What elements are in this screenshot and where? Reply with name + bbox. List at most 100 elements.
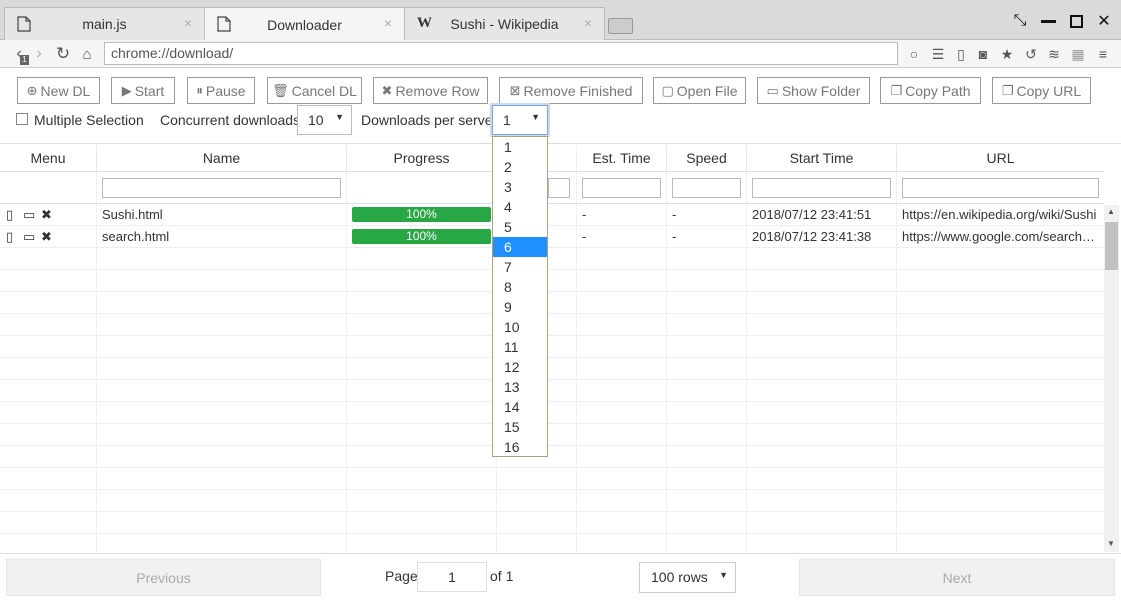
dropdown-option[interactable]: 3 [493, 177, 547, 197]
tab-sushi-wikipedia[interactable]: W Sushi - Wikipedia × [404, 7, 605, 40]
mobile-icon[interactable]: ▯ [953, 45, 969, 63]
file-icon: ▢ [661, 82, 674, 98]
dropdown-option[interactable]: 1 [493, 137, 547, 157]
menu-icon[interactable]: ≡ [1095, 45, 1111, 63]
open-file-button[interactable]: ▢ Open File [653, 77, 746, 104]
column-header-url[interactable]: URL [897, 145, 1104, 171]
row-remove-icon[interactable]: ✖ [41, 226, 52, 248]
scroll-up-icon[interactable]: ▲ [1107, 207, 1115, 216]
maximize-icon[interactable] [1067, 12, 1085, 30]
table-row[interactable]: ▯ ▭ ✖ Sushi.html 100% - - 2018/07/12 23:… [0, 204, 1104, 226]
pause-button[interactable]: ⏸ Pause [187, 77, 255, 104]
dropdown-option[interactable]: 5 [493, 217, 547, 237]
dropdown-option[interactable]: 4 [493, 197, 547, 217]
row-open-file-icon[interactable]: ▯ [6, 204, 13, 226]
home-icon[interactable]: ⌂ [79, 44, 95, 64]
tab-main-js[interactable]: main.js × [4, 7, 205, 40]
dropdown-option[interactable]: 7 [493, 257, 547, 277]
dropdown-option[interactable]: 2 [493, 157, 547, 177]
row-open-file-icon[interactable]: ▯ [6, 226, 13, 248]
previous-page-button[interactable]: Previous [6, 559, 321, 596]
pagination-footer: Previous Page 1 of 1 100 rows ▼ Next [0, 553, 1121, 600]
dropdown-option[interactable]: 14 [493, 397, 547, 417]
show-folder-button[interactable]: ▭ Show Folder [757, 77, 870, 104]
tab-downloader[interactable]: Downloader × [204, 7, 405, 41]
column-header-est-time[interactable]: Est. Time [577, 145, 667, 171]
status-filter-input[interactable] [548, 178, 570, 198]
star-icon[interactable]: ★ [999, 45, 1015, 63]
circle-icon[interactable]: ○ [906, 45, 922, 63]
scrollbar-thumb[interactable] [1105, 222, 1118, 270]
downloads-per-server-label: Downloads per server: [361, 112, 502, 128]
dropdown-option[interactable]: 16 [493, 437, 547, 457]
row-speed: - [672, 207, 677, 222]
cancel-dl-button[interactable]: 🗑 Cancel DL [267, 77, 362, 104]
copy-icon: ❐ [890, 82, 903, 98]
toolbar: ⊕ New DL ▶ Start ⏸ Pause 🗑 Cancel DL ✖ R… [0, 69, 1121, 144]
dropdown-option[interactable]: 12 [493, 357, 547, 377]
next-page-button[interactable]: Next [799, 559, 1115, 596]
empty-row [0, 534, 1104, 552]
list-icon[interactable]: ☰ [930, 45, 946, 63]
dropdown-option[interactable]: 11 [493, 337, 547, 357]
concurrent-downloads-label: Concurrent downloads: [160, 112, 304, 128]
empty-row [0, 490, 1104, 512]
camera-icon[interactable]: ◙ [975, 45, 991, 63]
table-row[interactable]: ▯ ▭ ✖ search.html 100% - - 2018/07/12 23… [0, 226, 1104, 248]
remove-row-button[interactable]: ✖ Remove Row [373, 77, 488, 104]
dropdown-option[interactable]: 13 [493, 377, 547, 397]
est-time-filter-input[interactable] [582, 178, 661, 198]
scroll-down-icon[interactable]: ▼ [1107, 539, 1115, 548]
tab-close-icon[interactable]: × [184, 15, 192, 31]
downloads-per-server-select[interactable]: 1 ▼ [492, 105, 548, 135]
history-count-badge: 1 [20, 55, 29, 65]
dropdown-option[interactable]: 9 [493, 297, 547, 317]
column-header-progress[interactable]: Progress [347, 145, 497, 171]
film-icon[interactable]: ▦ [1070, 45, 1086, 63]
empty-row [0, 512, 1104, 534]
url-filter-input[interactable] [902, 178, 1099, 198]
database-icon[interactable]: ≋ [1046, 45, 1062, 63]
tab-close-icon[interactable]: × [384, 15, 392, 31]
column-header-speed[interactable]: Speed [667, 145, 747, 171]
multiple-selection-checkbox[interactable] [16, 113, 28, 125]
restore-window-icon[interactable]: ⤡ [1011, 12, 1029, 30]
page-label: Page [385, 568, 418, 584]
dropdown-option[interactable]: 8 [493, 277, 547, 297]
folder-icon: ▭ [766, 82, 779, 98]
row-folder-icon[interactable]: ▭ [23, 226, 35, 248]
row-name: Sushi.html [102, 207, 163, 222]
trash-icon: 🗑 [272, 82, 289, 98]
history-icon[interactable]: ↺ [1023, 45, 1039, 63]
start-button[interactable]: ▶ Start [111, 77, 175, 104]
start-time-filter-input[interactable] [752, 178, 891, 198]
reload-icon[interactable]: ↻ [55, 44, 71, 64]
url-input[interactable]: chrome://download/ [104, 42, 898, 65]
new-dl-button[interactable]: ⊕ New DL [17, 77, 100, 104]
dropdown-option[interactable]: 15 [493, 417, 547, 437]
dropdown-option[interactable]: 10 [493, 317, 547, 337]
row-name: search.html [102, 229, 170, 244]
row-folder-icon[interactable]: ▭ [23, 204, 35, 226]
tab-label: Sushi - Wikipedia [450, 16, 559, 32]
dropdown-option[interactable]: 6 [493, 237, 547, 257]
remove-finished-button[interactable]: ⊠ Remove Finished [499, 77, 643, 104]
speed-filter-input[interactable] [672, 178, 741, 198]
copy-path-button[interactable]: ❐ Copy Path [880, 77, 981, 104]
column-header-name[interactable]: Name [97, 145, 347, 171]
row-start-time: 2018/07/12 23:41:51 [752, 207, 872, 222]
close-window-icon[interactable]: ✕ [1095, 12, 1113, 30]
row-remove-icon[interactable]: ✖ [41, 204, 52, 226]
column-header-start-time[interactable]: Start Time [747, 145, 897, 171]
page-number-input[interactable]: 1 [417, 562, 487, 592]
minimize-icon[interactable] [1039, 12, 1057, 30]
forward-icon[interactable]: › [33, 44, 45, 64]
column-header-menu[interactable]: Menu [0, 145, 97, 171]
new-tab-button[interactable] [608, 18, 633, 34]
name-filter-input[interactable] [102, 178, 341, 198]
empty-row [0, 270, 1104, 292]
rows-per-page-select[interactable]: 100 rows ▼ [639, 562, 736, 593]
copy-url-button[interactable]: ❐ Copy URL [992, 77, 1091, 104]
tab-close-icon[interactable]: × [584, 15, 592, 31]
concurrent-downloads-select[interactable]: 10 ▼ [297, 105, 352, 135]
